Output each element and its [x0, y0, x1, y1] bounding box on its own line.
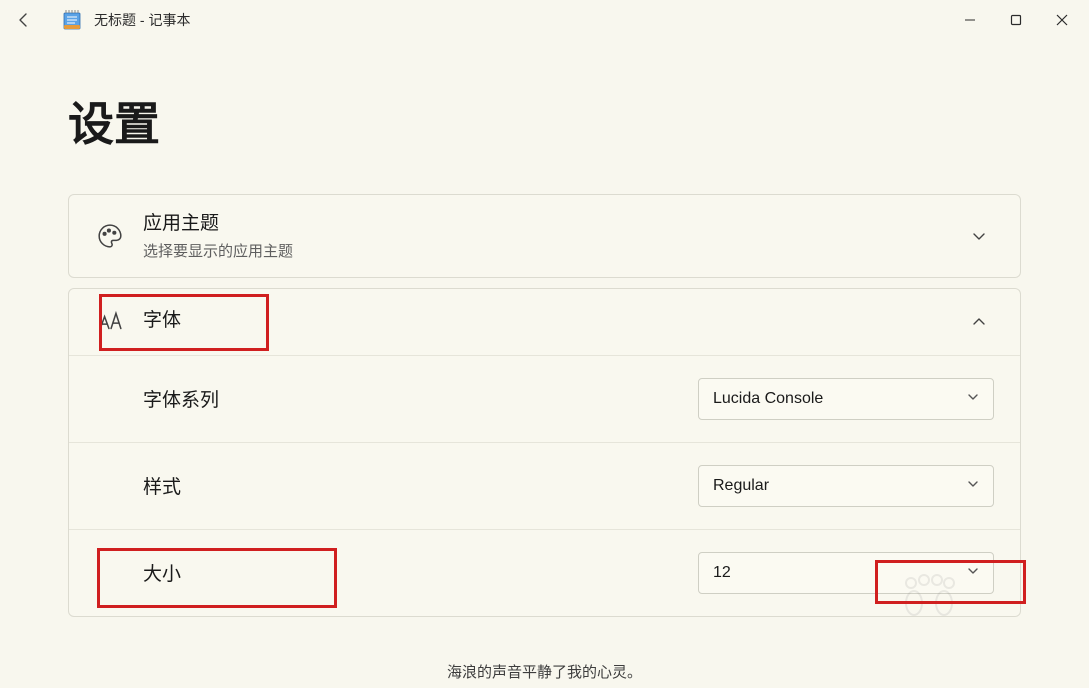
font-size-label: 大小	[143, 559, 698, 586]
font-title: 字体	[143, 308, 964, 335]
maximize-icon	[1010, 14, 1022, 26]
theme-subtitle: 选择要显示的应用主题	[143, 240, 964, 261]
chevron-up-icon	[964, 307, 994, 337]
font-card-header[interactable]: 字体	[69, 289, 1020, 355]
notepad-app-icon	[62, 10, 82, 30]
font-style-dropdown[interactable]: Regular	[698, 465, 994, 507]
title-bar: 无标题 - 记事本	[0, 0, 1089, 40]
page-title: 设置	[68, 88, 1021, 154]
font-family-dropdown[interactable]: Lucida Console	[698, 378, 994, 420]
chevron-down-icon	[967, 564, 979, 582]
window-title: 无标题 - 记事本	[94, 10, 190, 30]
font-family-label: 字体系列	[143, 385, 698, 412]
chevron-down-icon	[964, 221, 994, 251]
minimize-button[interactable]	[947, 0, 993, 40]
font-card: 字体 字体系列 Lucida Console 样式	[68, 288, 1021, 617]
back-button[interactable]	[4, 0, 44, 40]
font-icon	[95, 307, 125, 337]
theme-card[interactable]: 应用主题 选择要显示的应用主题	[68, 194, 1021, 278]
close-button[interactable]	[1039, 0, 1085, 40]
font-style-value: Regular	[713, 477, 769, 495]
font-size-row: 大小 12	[69, 530, 1020, 616]
font-family-value: Lucida Console	[713, 390, 823, 408]
palette-icon	[95, 221, 125, 251]
font-size-value: 12	[713, 564, 731, 582]
theme-title: 应用主题	[143, 211, 964, 238]
font-family-row: 字体系列 Lucida Console	[69, 356, 1020, 443]
maximize-button[interactable]	[993, 0, 1039, 40]
minimize-icon	[964, 14, 976, 26]
font-size-dropdown[interactable]: 12	[698, 552, 994, 594]
font-style-label: 样式	[143, 472, 698, 499]
arrow-left-icon	[16, 12, 32, 28]
footer-caption: 海浪的声音平静了我的心灵。	[447, 661, 642, 682]
window-controls	[947, 0, 1085, 40]
chevron-down-icon	[967, 477, 979, 495]
font-style-row: 样式 Regular	[69, 443, 1020, 530]
chevron-down-icon	[967, 390, 979, 408]
close-icon	[1056, 14, 1068, 26]
